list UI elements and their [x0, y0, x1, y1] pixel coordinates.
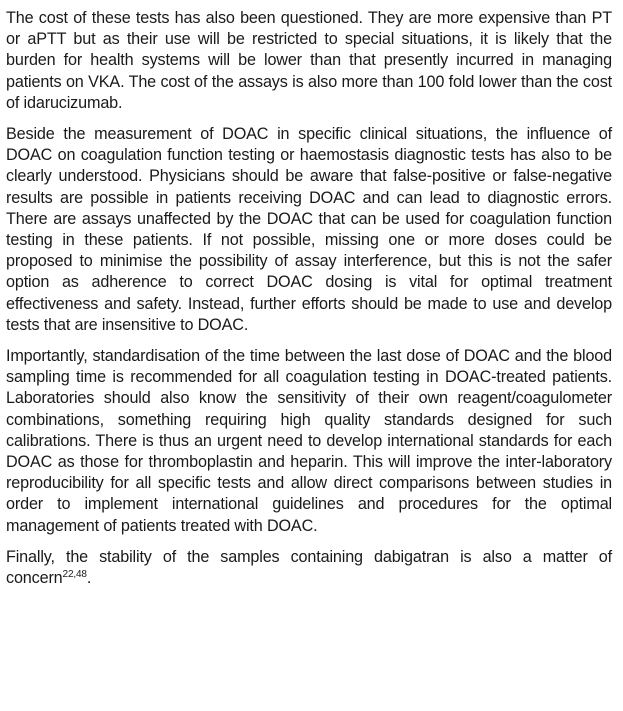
document-body: The cost of these tests has also been qu… — [6, 8, 612, 599]
paragraph-sample-stability: Finally, the stability of the samples co… — [6, 547, 612, 589]
paragraph-doac-influence: Beside the measurement of DOAC in specif… — [6, 125, 612, 334]
sentence-end: . — [86, 569, 92, 588]
paragraph-standardisation: Importantly, standardisation of the time… — [6, 347, 612, 535]
paragraph-sample-stability-text: Finally, the stability of the samples co… — [6, 547, 612, 588]
paragraph-test-cost: The cost of these tests has also been qu… — [6, 9, 612, 112]
citation-reference: 22,48 — [62, 569, 87, 581]
